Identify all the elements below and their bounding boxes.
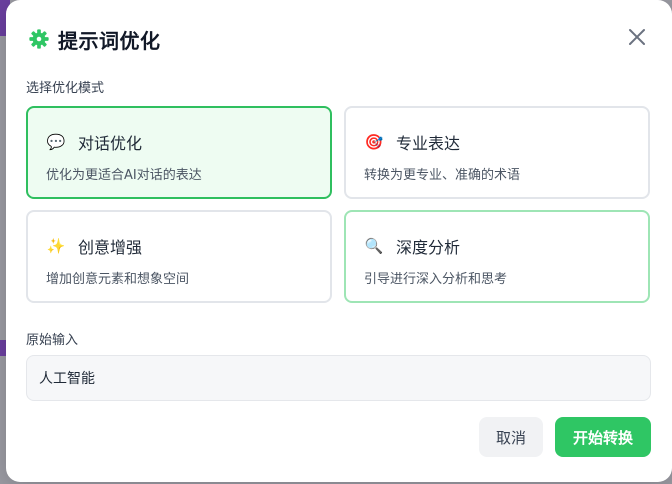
- mode-card-description: 增加创意元素和想象空间: [46, 272, 190, 287]
- mode-card-description: 转换为更专业、准确的术语: [364, 168, 521, 183]
- cancel-button[interactable]: 取消: [479, 417, 543, 457]
- dialog-title: 提示词优化: [58, 28, 161, 53]
- start-convert-button[interactable]: 开始转换: [555, 417, 651, 457]
- mode-card-head: 💬 对话优化: [46, 130, 142, 154]
- close-icon[interactable]: [626, 26, 648, 48]
- mode-card-title: 创意增强: [78, 238, 143, 257]
- mode-card-head: 🎯 专业表达: [364, 130, 460, 154]
- mode-card-head: ✨ 创意增强: [46, 234, 142, 258]
- mode-card-head: 🔍 深度分析: [364, 234, 460, 258]
- speech-bubble-icon: 💬: [46, 133, 66, 151]
- mode-card-professional[interactable]: 🎯 专业表达 转换为更专业、准确的术语: [344, 106, 650, 199]
- input-section-label: 原始输入: [26, 333, 79, 348]
- mode-card-dialogue[interactable]: 💬 对话优化 优化为更适合AI对话的表达: [26, 106, 332, 199]
- mode-card-title: 对话优化: [78, 134, 143, 153]
- dialog-header: 提示词优化: [28, 22, 650, 56]
- target-icon: 🎯: [364, 133, 384, 151]
- mode-section-label: 选择优化模式: [26, 81, 105, 96]
- mode-card-creative[interactable]: ✨ 创意增强 增加创意元素和想象空间: [26, 210, 332, 303]
- magnifier-icon: 🔍: [364, 237, 384, 255]
- mode-card-title: 专业表达: [396, 134, 461, 153]
- prompt-optimize-dialog: 提示词优化 选择优化模式 💬 对话优化 优化为更适合AI对话的表达 🎯 专业表达…: [6, 0, 672, 482]
- mode-card-title: 深度分析: [396, 238, 461, 257]
- mode-card-description: 优化为更适合AI对话的表达: [46, 168, 202, 183]
- original-input-field[interactable]: 人工智能: [26, 355, 651, 401]
- gear-icon: [29, 29, 49, 49]
- mode-card-deep-analysis[interactable]: 🔍 深度分析 引导进行深入分析和思考: [344, 210, 650, 303]
- mode-card-description: 引导进行深入分析和思考: [364, 272, 508, 287]
- sparkles-icon: ✨: [46, 237, 66, 255]
